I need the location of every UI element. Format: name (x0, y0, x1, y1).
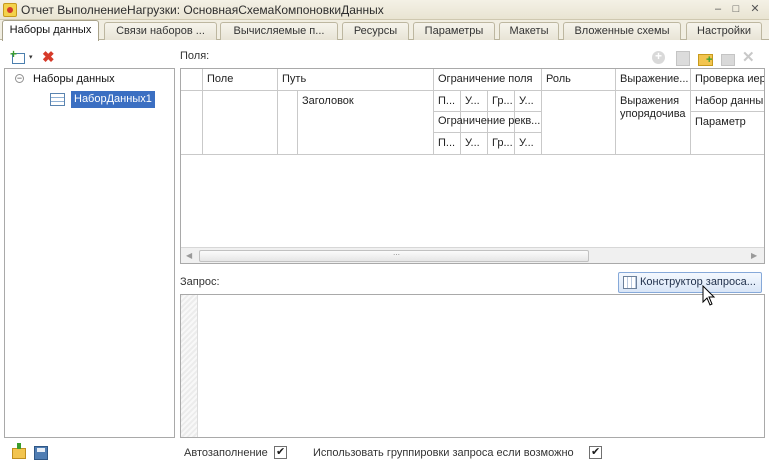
mouse-cursor-icon (702, 285, 716, 306)
tab-bar: Наборы данных Связи наборов ... Вычисляе… (0, 20, 769, 41)
subcolumn-header[interactable]: П... (435, 137, 459, 149)
query-constructor-label: Конструктор запроса... (640, 276, 756, 288)
query-text-editor[interactable] (180, 294, 765, 438)
scrollbar-grip-icon: ⋯ (393, 252, 400, 259)
fields-label: Поля: (180, 50, 210, 62)
column-header-expression[interactable]: Выражение... (617, 73, 689, 85)
subcolumn-header[interactable]: У... (462, 137, 486, 149)
scroll-right-icon[interactable]: ▶ (751, 251, 757, 260)
add-table-icon[interactable] (719, 50, 735, 66)
tab-parameters[interactable]: Параметры (413, 22, 495, 40)
title-bar: Отчет ВыполнениеНагрузки: ОсновнаяСхемаК… (0, 0, 769, 20)
autofill-checkbox[interactable] (274, 445, 287, 459)
app-icon (3, 3, 17, 17)
column-header-requisite-restriction[interactable]: Ограничение рекв... (435, 115, 540, 127)
query-constructor-button[interactable]: Конструктор запроса... (618, 272, 762, 293)
datasets-toolbar: + ▾ ✖ (4, 44, 176, 70)
query-label: Запрос: (180, 276, 220, 288)
subcolumn-header[interactable]: П... (435, 95, 459, 107)
query-builder-icon (623, 276, 637, 289)
delete-field-icon[interactable]: ✕ (742, 50, 758, 66)
subcolumn-header[interactable]: У... (516, 137, 540, 149)
add-dataset-icon[interactable]: + (10, 47, 28, 65)
tab-datasets[interactable]: Наборы данных (2, 20, 99, 41)
minimize-button[interactable]: – (710, 2, 726, 17)
column-header-order-expression[interactable]: Выражения упорядочива (617, 95, 689, 121)
fields-table[interactable]: Поле Путь Ограничение поля Ограничение р… (180, 68, 765, 264)
subcolumn-header[interactable]: У... (516, 95, 540, 107)
subcolumn-header[interactable]: У... (462, 95, 486, 107)
tab-templates[interactable]: Макеты (499, 22, 559, 40)
column-header-hierarchy-dataset[interactable]: Набор данны (692, 95, 764, 107)
subcolumn-header[interactable]: Гр... (489, 95, 513, 107)
autofill-label: Автозаполнение (184, 447, 268, 459)
use-grouping-label: Использовать группировки запроса если во… (313, 447, 574, 459)
tab-dataset-links[interactable]: Связи наборов ... (104, 22, 217, 40)
table-icon (50, 93, 65, 106)
use-grouping-checkbox[interactable] (589, 445, 602, 459)
column-header-field[interactable]: Поле (204, 73, 276, 85)
tab-settings[interactable]: Настройки (686, 22, 762, 40)
tab-resources[interactable]: Ресурсы (342, 22, 409, 40)
maximize-button[interactable]: □ (728, 2, 744, 17)
column-header-hierarchy-check[interactable]: Проверка иер (692, 73, 764, 85)
column-header-role[interactable]: Роль (543, 73, 613, 85)
add-field-icon[interactable] (651, 49, 667, 66)
column-header-title[interactable]: Заголовок (299, 95, 431, 107)
collapse-icon[interactable]: − (15, 74, 24, 83)
add-group-icon[interactable] (674, 50, 690, 66)
tree-item-dataset1[interactable]: НаборДанных1 (71, 91, 155, 108)
save-icon[interactable] (34, 446, 48, 460)
chevron-down-icon[interactable]: ▾ (29, 53, 33, 61)
horizontal-scrollbar[interactable]: ◀ ⋯ ▶ (181, 247, 764, 263)
close-button[interactable]: ✕ (747, 2, 763, 17)
delete-icon[interactable]: ✖ (42, 48, 55, 66)
tab-nested-schemas[interactable]: Вложенные схемы (563, 22, 681, 40)
tab-calculated-fields[interactable]: Вычисляемые п... (220, 22, 338, 40)
add-folder-icon[interactable] (697, 50, 713, 66)
scroll-left-icon[interactable]: ◀ (186, 251, 192, 260)
subcolumn-header[interactable]: Гр... (489, 137, 513, 149)
open-folder-icon[interactable] (12, 443, 26, 459)
column-header-path[interactable]: Путь (279, 73, 431, 85)
tree-root-datasets[interactable]: Наборы данных (33, 73, 115, 85)
column-header-field-restriction[interactable]: Ограничение поля (435, 73, 540, 85)
datasets-tree[interactable]: − Наборы данных НаборДанных1 (4, 68, 175, 438)
column-header-hierarchy-parameter[interactable]: Параметр (692, 116, 764, 128)
editor-gutter (181, 295, 198, 437)
left-bottom-toolbar (4, 442, 176, 466)
window-title: Отчет ВыполнениеНагрузки: ОсновнаяСхемаК… (21, 3, 384, 17)
